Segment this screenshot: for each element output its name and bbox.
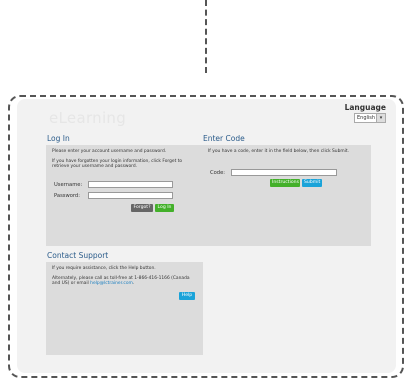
password-label: Password: [54, 193, 80, 199]
support-panel: If you require assistance, click the Hel… [46, 262, 203, 355]
support-intro: If you require assistance, click the Hel… [52, 266, 156, 271]
language-select[interactable]: English ▾ [354, 113, 386, 123]
chevron-down-icon: ▾ [376, 114, 385, 122]
language-label: Language [344, 103, 386, 112]
elearning-page: eLearning Language English ▾ Log In Plea… [17, 99, 396, 373]
code-input[interactable] [231, 169, 337, 176]
language-value: English [357, 115, 376, 121]
help-button[interactable]: Help [179, 292, 195, 300]
instructions-button[interactable]: Instructions [270, 179, 300, 187]
username-label: Username: [54, 182, 83, 188]
support-email-link[interactable]: help@lctrainer.com [90, 281, 133, 286]
code-title: Enter Code [203, 134, 245, 143]
submit-button[interactable]: Submit [302, 179, 322, 187]
support-title: Contact Support [47, 251, 109, 260]
login-forgot-text: If you have forgotten your login informa… [52, 158, 183, 170]
code-intro: If you have a code, enter it in the fiel… [208, 149, 349, 154]
connector-dash-line [205, 0, 207, 73]
login-intro: Please enter your account username and p… [52, 149, 167, 154]
code-label: Code: [210, 170, 226, 176]
login-button[interactable]: Log In [155, 204, 174, 212]
forgot-button[interactable]: Forgot? [131, 204, 153, 212]
code-panel: If you have a code, enter it in the fiel… [202, 145, 371, 246]
brand-logo: eLearning [49, 109, 127, 127]
login-title: Log In [47, 134, 70, 143]
support-alt-text: Alternately, please call as toll-free at… [52, 275, 190, 287]
password-input[interactable] [88, 192, 173, 199]
username-input[interactable] [88, 181, 173, 188]
